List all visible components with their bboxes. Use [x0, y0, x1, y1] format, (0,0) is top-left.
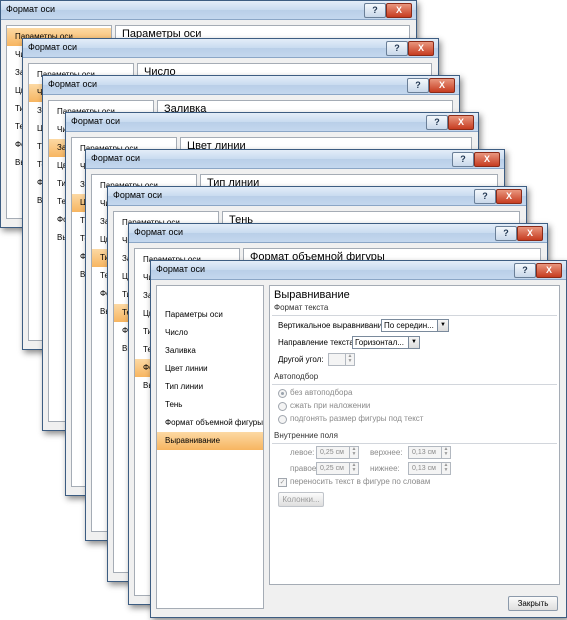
section-text-format: Формат текста [272, 303, 557, 316]
chevron-down-icon: ▼ [408, 337, 419, 348]
autofit-none-radio[interactable] [278, 389, 287, 398]
columns-button[interactable]: Колонки... [278, 492, 324, 507]
section-inner-margins: Внутренние поля [272, 431, 557, 444]
vertical-alignment-value: По середин... [384, 321, 434, 330]
category-item-line-style[interactable]: Тип линии [157, 378, 263, 396]
text-direction-value: Горизонтал... [355, 338, 404, 347]
spinner-arrows-icon: ▲ ▼ [441, 447, 450, 458]
alignment-panel: Выравнивание Формат текста Вертикальное … [269, 285, 560, 585]
wrap-text-checkbox[interactable]: ✓ [278, 478, 287, 487]
text-direction-label: Направление текста: [278, 338, 357, 347]
margin-right-label: правое: [290, 464, 319, 473]
close-window-button[interactable]: X [386, 3, 412, 18]
margin-left-label: левое: [290, 448, 315, 457]
vertical-alignment-select[interactable]: По середин... ▼ [381, 319, 449, 332]
margin-left-spinner[interactable]: 0,25 см ▲ ▼ [316, 446, 359, 459]
category-list: Параметры оси Число Заливка Цвет линии Т… [156, 285, 264, 609]
autofit-shrink-label: сжать при наложении [290, 401, 371, 410]
help-button[interactable]: ? [426, 115, 448, 130]
category-item-line-color[interactable]: Цвет линии [157, 360, 263, 378]
close-window-button[interactable]: X [408, 41, 434, 56]
margin-top-spinner[interactable]: 0,13 см ▲ ▼ [408, 446, 451, 459]
category-item-3d-format[interactable]: Формат объемной фигуры [157, 414, 263, 432]
margin-top-label: верхнее: [370, 448, 403, 457]
title-bar[interactable]: Формат оси ? X [43, 76, 459, 95]
spinner-arrows-icon: ▲ ▼ [349, 447, 358, 458]
panel-header: Выравнивание [274, 289, 350, 301]
title-bar[interactable]: Формат оси ? X [151, 261, 566, 280]
spinner-arrows-icon: ▲ ▼ [345, 354, 354, 365]
dialog-title: Формат оси [134, 227, 184, 237]
margin-right-value: 0,25 см [320, 465, 344, 472]
dialog-title: Формат оси [28, 42, 78, 52]
section-autofit: Автоподбор [272, 372, 557, 385]
title-bar[interactable]: Формат оси ? X [23, 39, 438, 58]
category-item-axis-options[interactable]: Параметры оси [157, 306, 263, 324]
dialog-title: Формат оси [48, 79, 98, 89]
close-window-button[interactable]: X [429, 78, 455, 93]
vertical-alignment-label: Вертикальное выравнивание: [278, 321, 389, 330]
help-button[interactable]: ? [364, 3, 386, 18]
category-item-shadow[interactable]: Тень [157, 396, 263, 414]
margin-top-value: 0,13 см [412, 449, 436, 456]
category-item-alignment[interactable]: Выравнивание [157, 432, 263, 450]
chevron-down-icon: ▼ [437, 320, 448, 331]
close-dialog-button[interactable]: Закрыть [508, 596, 558, 611]
margin-bottom-spinner[interactable]: 0,13 см ▲ ▼ [408, 462, 451, 475]
help-button[interactable]: ? [514, 263, 536, 278]
autofit-shrink-radio[interactable] [278, 402, 287, 411]
custom-angle-spinner[interactable]: ▲ ▼ [328, 353, 355, 366]
title-bar[interactable]: Формат оси ? X [129, 224, 547, 243]
close-window-button[interactable]: X [536, 263, 562, 278]
spinner-arrows-icon: ▲ ▼ [349, 463, 358, 474]
help-button[interactable]: ? [495, 226, 517, 241]
help-button[interactable]: ? [386, 41, 408, 56]
title-bar[interactable]: Формат оси ? X [108, 187, 526, 206]
category-item-fill[interactable]: Заливка [157, 342, 263, 360]
close-window-button[interactable]: X [496, 189, 522, 204]
help-button[interactable]: ? [407, 78, 429, 93]
close-window-button[interactable]: X [448, 115, 474, 130]
wrap-text-label: переносить текст в фигуре по словам [290, 477, 431, 486]
autofit-resize-label: подгонять размер фигуры под текст [290, 414, 424, 423]
title-bar[interactable]: Формат оси ? X [66, 113, 478, 132]
close-window-button[interactable]: X [474, 152, 500, 167]
autofit-none-label: без автоподбора [290, 388, 353, 397]
category-item-number[interactable]: Число [157, 324, 263, 342]
margin-bottom-value: 0,13 см [412, 465, 436, 472]
dialog-title: Формат оси [113, 190, 163, 200]
autofit-resize-radio[interactable] [278, 415, 287, 424]
dialog-title: Формат оси [156, 264, 206, 274]
margin-right-spinner[interactable]: 0,25 см ▲ ▼ [316, 462, 359, 475]
dialog-title: Формат оси [6, 4, 56, 14]
close-window-button[interactable]: X [517, 226, 543, 241]
title-bar[interactable]: Формат оси ? X [86, 150, 504, 169]
dialog-format-axis-alignment: Формат оси ? X Параметры оси Число Залив… [150, 260, 567, 618]
help-button[interactable]: ? [474, 189, 496, 204]
margin-bottom-label: нижнее: [370, 464, 400, 473]
dialog-title: Формат оси [71, 116, 121, 126]
margin-left-value: 0,25 см [320, 449, 344, 456]
title-bar[interactable]: Формат оси ? X [1, 1, 416, 20]
text-direction-select[interactable]: Горизонтал... ▼ [352, 336, 420, 349]
spinner-arrows-icon: ▲ ▼ [441, 463, 450, 474]
dialog-title: Формат оси [91, 153, 141, 163]
custom-angle-label: Другой угол: [278, 355, 324, 364]
help-button[interactable]: ? [452, 152, 474, 167]
